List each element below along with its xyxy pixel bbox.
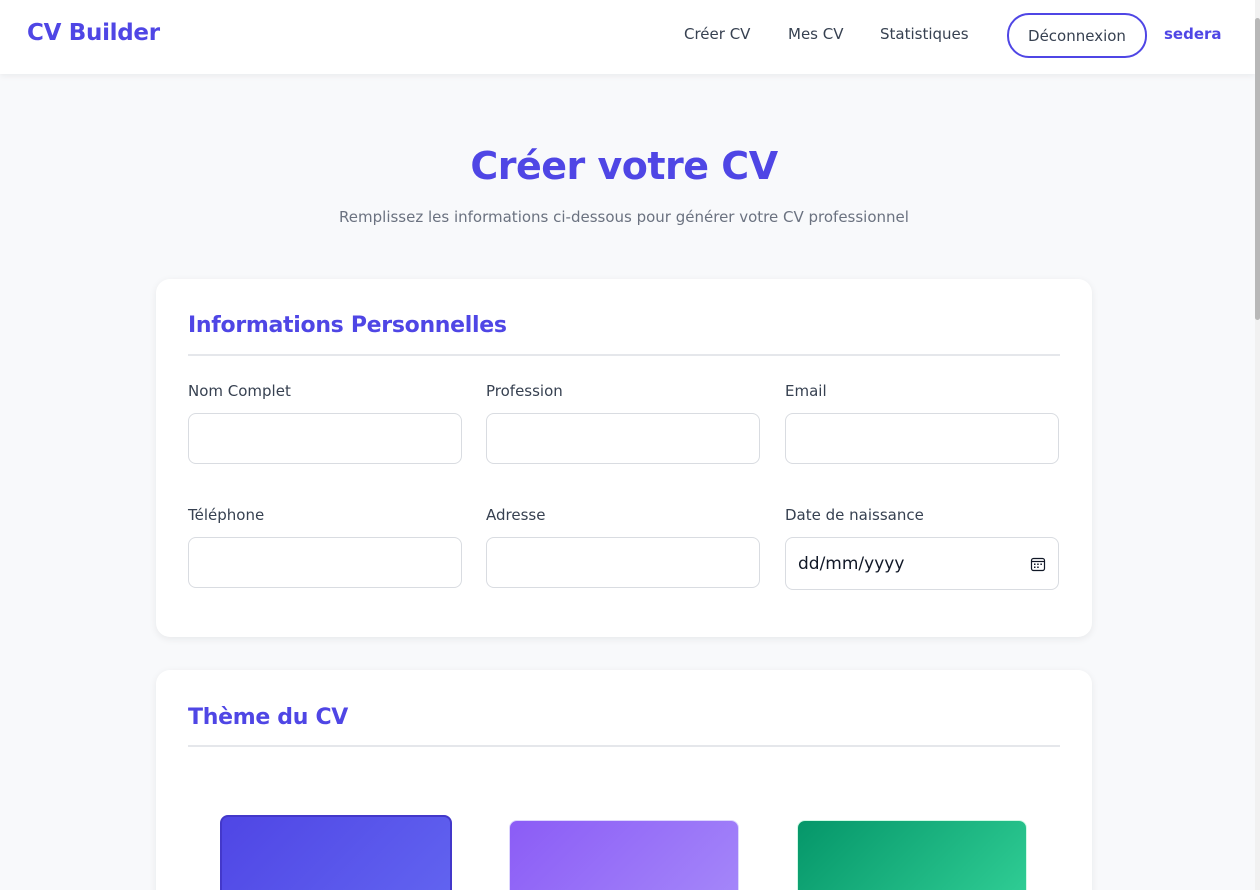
theme-swatch-indigo[interactable]	[220, 815, 452, 890]
birth-date-label: Date de naissance	[785, 506, 924, 524]
nav-link-my-cvs[interactable]: Mes CV	[788, 25, 844, 43]
full-name-input[interactable]	[188, 413, 462, 464]
theme-swatch-purple[interactable]	[509, 820, 739, 890]
page-title: Créer votre CV	[470, 144, 778, 188]
phone-label: Téléphone	[188, 506, 265, 524]
logout-button[interactable]: Déconnexion	[1007, 13, 1147, 58]
scrollbar-thumb[interactable]	[1255, 18, 1260, 320]
personal-info-card: Informations Personnelles Nom Complet Pr…	[156, 279, 1092, 637]
email-label: Email	[785, 382, 827, 400]
email-input[interactable]	[785, 413, 1059, 464]
profession-input[interactable]	[486, 413, 760, 464]
birth-date-input[interactable]: dd/mm/yyyy	[785, 537, 1059, 590]
page-subtitle: Remplissez les informations ci-dessous p…	[339, 208, 909, 226]
calendar-icon[interactable]	[1030, 556, 1046, 572]
address-input[interactable]	[486, 537, 760, 588]
full-name-label: Nom Complet	[188, 382, 291, 400]
birth-date-value: dd/mm/yyyy	[798, 553, 905, 574]
theme-card: Thème du CV	[156, 670, 1092, 890]
address-label: Adresse	[486, 506, 546, 524]
phone-input[interactable]	[188, 537, 462, 588]
section-divider	[188, 745, 1060, 747]
username-label[interactable]: sedera	[1164, 25, 1222, 43]
personal-info-title: Informations Personnelles	[188, 313, 507, 338]
profession-label: Profession	[486, 382, 563, 400]
brand-logo[interactable]: CV Builder	[27, 20, 160, 46]
nav-link-create-cv[interactable]: Créer CV	[684, 25, 750, 43]
nav-link-statistics[interactable]: Statistiques	[880, 25, 969, 43]
section-divider	[188, 354, 1060, 356]
top-navbar: CV Builder Créer CV Mes CV Statistiques …	[0, 0, 1255, 74]
theme-swatch-green[interactable]	[797, 820, 1027, 890]
theme-title: Thème du CV	[188, 705, 349, 730]
page-scrollbar[interactable]	[1255, 0, 1260, 890]
